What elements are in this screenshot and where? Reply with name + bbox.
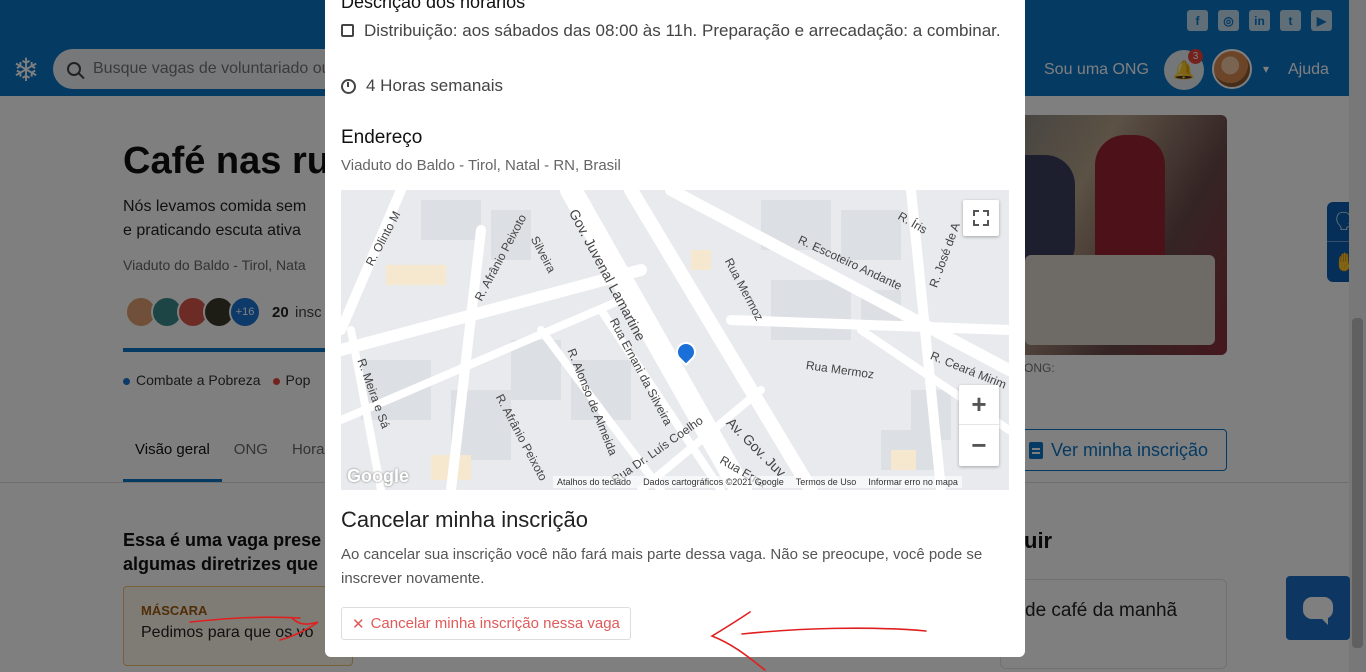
close-icon: ✕	[352, 615, 365, 633]
cancel-title: Cancelar minha inscrição	[341, 507, 588, 532]
calendar-icon	[341, 24, 354, 37]
schedule-description: Distribuição: aos sábados das 08:00 às 1…	[341, 17, 1011, 44]
address-title: Endereço	[341, 127, 423, 148]
map-attribution: Atalhos do teclado Dados cartográficos ©…	[553, 476, 962, 488]
report-error-link[interactable]: Informar erro no mapa	[868, 477, 958, 487]
keyboard-shortcuts-link[interactable]: Atalhos do teclado	[557, 477, 631, 487]
clock-icon	[341, 78, 356, 94]
map-zoom-controls: + −	[959, 385, 999, 466]
cancel-description: Ao cancelar sua inscrição você não fará …	[341, 546, 983, 587]
schedule-title: Descrição dos horários	[341, 0, 526, 12]
cancel-inscription-label: Cancelar minha inscrição nessa vaga	[370, 615, 620, 632]
zoom-in-icon[interactable]: +	[959, 385, 999, 425]
vacancy-details-modal: Descrição dos horários Distribuição: aos…	[325, 0, 1025, 657]
address-text: Viaduto do Baldo - Tirol, Natal - RN, Br…	[341, 157, 621, 174]
hours-row: 4 Horas semanais	[341, 76, 503, 96]
fullscreen-icon[interactable]	[963, 200, 999, 236]
google-map[interactable]: R. Olinto M R. Afrânio Peixoto Silveira …	[341, 190, 1009, 490]
hours-text: 4 Horas semanais	[366, 76, 504, 95]
cancel-inscription-button[interactable]: ✕ Cancelar minha inscrição nessa vaga	[341, 607, 631, 640]
map-data-credit: Dados cartográficos ©2021 Google	[643, 477, 784, 487]
zoom-out-icon[interactable]: −	[959, 425, 999, 465]
terms-link[interactable]: Termos de Uso	[796, 477, 857, 487]
google-logo[interactable]: Google	[347, 466, 409, 487]
schedule-text: Distribuição: aos sábados das 08:00 às 1…	[364, 21, 1001, 40]
